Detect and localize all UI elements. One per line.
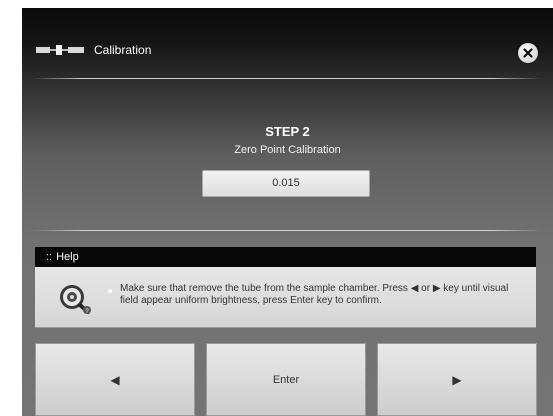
window-title: Calibration (94, 43, 152, 57)
step-subtitle: Zero Point Calibration (234, 144, 341, 156)
close-icon (523, 48, 533, 58)
header-divider (32, 78, 542, 79)
right-arrow-icon: ▶ (452, 372, 462, 387)
calibration-tube-icon (36, 45, 84, 55)
calibration-value-display: 0.015 (202, 170, 370, 197)
help-text: Make sure that remove the tube from the … (120, 283, 509, 306)
step-title: STEP 2 (265, 124, 310, 139)
calibration-screen: Calibration STEP 2 Zero Point Calibratio… (22, 8, 553, 416)
left-arrow-icon: ◀ (110, 372, 120, 387)
help-panel: ? Make sure that remove the tube from th… (35, 267, 536, 328)
help-header: :: Help (35, 247, 536, 267)
next-button[interactable]: ▶ (377, 343, 537, 416)
help-bullet (108, 289, 112, 293)
content-divider (32, 230, 542, 231)
close-button[interactable] (518, 43, 538, 63)
previous-button[interactable]: ◀ (35, 343, 195, 416)
header-bar: Calibration (22, 8, 553, 82)
enter-button[interactable]: Enter (206, 343, 366, 416)
magnifier-help-icon: ? (60, 285, 91, 315)
help-dots: :: (46, 251, 53, 263)
enter-button-label: Enter (272, 373, 300, 386)
help-title: Help (56, 251, 79, 263)
